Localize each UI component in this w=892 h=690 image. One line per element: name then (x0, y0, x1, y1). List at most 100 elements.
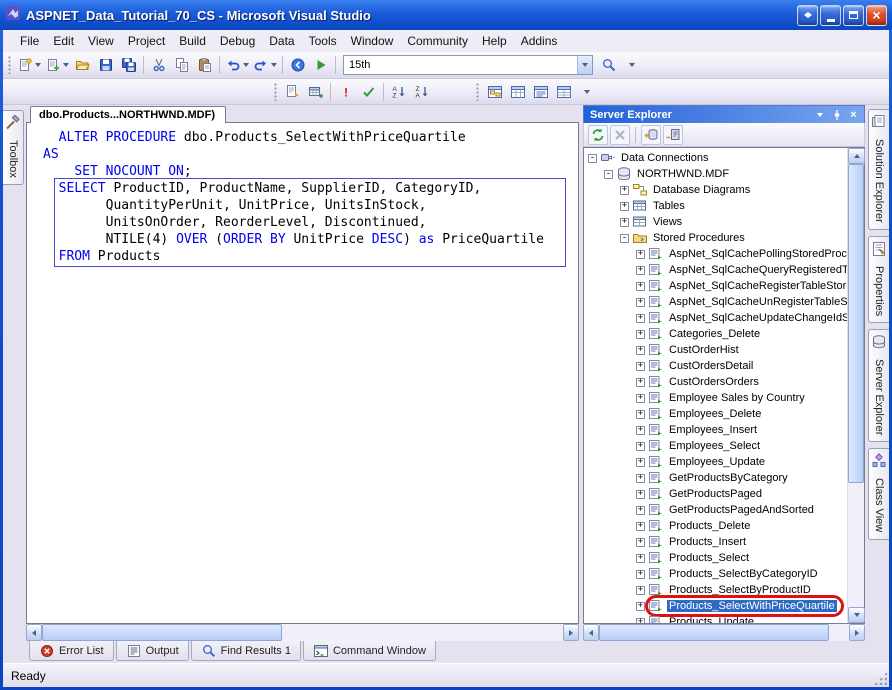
execute-sql-button[interactable]: ! (334, 81, 357, 103)
tree-expander-plus[interactable]: + (636, 474, 645, 483)
scroll-track[interactable] (42, 624, 563, 641)
tab-command-window[interactable]: Command Window (303, 641, 436, 661)
tab-properties[interactable]: Properties (868, 236, 889, 323)
connect-to-server-button[interactable] (663, 125, 683, 145)
paste-button[interactable] (193, 54, 216, 76)
tree-expander-plus[interactable]: + (636, 458, 645, 467)
editor-hscrollbar[interactable] (26, 624, 579, 641)
cut-button[interactable] (147, 54, 170, 76)
show-results-pane-button[interactable] (552, 81, 575, 103)
tree-node-employees-select[interactable]: +Employees_Select (584, 438, 847, 454)
titlebar[interactable]: ASPNET_Data_Tutorial_70_CS - Microsoft V… (0, 0, 892, 30)
tree-node-views[interactable]: +Views (584, 214, 847, 230)
add-table-button[interactable] (304, 81, 327, 103)
tree-expander-minus[interactable]: - (604, 170, 613, 179)
tree-expander-plus[interactable]: + (620, 186, 629, 195)
tree-expander-plus[interactable]: + (620, 218, 629, 227)
tree-expander-plus[interactable]: + (620, 202, 629, 211)
menu-file[interactable]: File (13, 31, 46, 51)
show-sql-pane-button[interactable] (529, 81, 552, 103)
menu-window[interactable]: Window (344, 31, 401, 51)
tree-expander-plus[interactable]: + (636, 586, 645, 595)
scroll-thumb[interactable] (42, 624, 282, 641)
tree-node-custordersdetail[interactable]: +CustOrdersDetail (584, 358, 847, 374)
tree-expander-plus[interactable]: + (636, 618, 645, 624)
sql-editor[interactable]: ALTER PROCEDURE dbo.Products_SelectWithP… (26, 122, 579, 624)
scroll-left-button[interactable] (583, 624, 599, 641)
toolbar-options-button[interactable] (620, 54, 643, 76)
tree-expander-plus[interactable]: + (636, 506, 645, 515)
tree-node-employees-update[interactable]: +Employees_Update (584, 454, 847, 470)
copy-button[interactable] (170, 54, 193, 76)
find-in-files-button[interactable] (597, 54, 620, 76)
tree-node-getproductspaged[interactable]: +GetProductsPaged (584, 486, 847, 502)
tree-expander-plus[interactable]: + (636, 538, 645, 547)
scroll-right-button[interactable] (563, 624, 579, 641)
tree-expander-plus[interactable]: + (636, 394, 645, 403)
dropdown-arrow-icon[interactable] (35, 63, 41, 67)
menu-build[interactable]: Build (172, 31, 213, 51)
tree-expander-plus[interactable]: + (636, 426, 645, 435)
tree-expander-plus[interactable]: + (636, 250, 645, 259)
close-button[interactable]: × (866, 5, 887, 26)
save-button[interactable] (94, 54, 117, 76)
tree-node-data-connections[interactable]: -Data Connections (584, 150, 847, 166)
tab-output[interactable]: Output (116, 641, 189, 661)
tree-expander-plus[interactable]: + (636, 490, 645, 499)
new-item-button[interactable] (15, 54, 43, 76)
toolbar-grip[interactable] (8, 56, 12, 74)
tree-node-employee-sales-by-country[interactable]: +Employee Sales by Country (584, 390, 847, 406)
tree-node-categories-delete[interactable]: +Categories_Delete (584, 326, 847, 342)
tree-expander-plus[interactable]: + (636, 266, 645, 275)
menu-help[interactable]: Help (475, 31, 514, 51)
navigate-backward-button[interactable] (286, 54, 309, 76)
tab-solution-explorer[interactable]: Solution Explorer (868, 109, 889, 230)
verify-sql-syntax-button[interactable] (357, 81, 380, 103)
dropdown-arrow-icon[interactable] (243, 63, 249, 67)
scroll-thumb[interactable] (599, 624, 829, 641)
generate-change-script-button[interactable] (281, 81, 304, 103)
tree-node-database-diagrams[interactable]: +Database Diagrams (584, 182, 847, 198)
tab-error-list[interactable]: Error List (29, 641, 114, 661)
tree-node-aspnet-sqlcacheupdatechangeidstoredprocedure[interactable]: +AspNet_SqlCacheUpdateChangeIdStoredProc… (584, 310, 847, 326)
show-diagram-pane-button[interactable] (483, 81, 506, 103)
tree-node-products-selectbycategoryid[interactable]: +Products_SelectByCategoryID (584, 566, 847, 582)
tree-expander-plus[interactable]: + (636, 314, 645, 323)
maximize-button[interactable] (843, 5, 864, 26)
scroll-track[interactable] (848, 164, 864, 607)
document-tab[interactable]: dbo.Products...NORTHWND.MDF) (30, 106, 226, 123)
toolbar-options-query-button[interactable] (575, 81, 598, 103)
window-position-button[interactable] (812, 108, 827, 122)
sort-descending-button[interactable]: ZA (410, 81, 433, 103)
dropdown-arrow-icon[interactable] (271, 63, 277, 67)
combobox-dropdown-button[interactable] (577, 56, 592, 74)
menu-addins[interactable]: Addins (514, 31, 565, 51)
close-panel-button[interactable]: × (846, 108, 861, 122)
menu-debug[interactable]: Debug (213, 31, 262, 51)
scroll-thumb[interactable] (848, 164, 864, 483)
tab-find-results-1[interactable]: Find Results 1 (191, 641, 301, 661)
menu-tools[interactable]: Tools (302, 31, 344, 51)
scroll-down-button[interactable] (848, 607, 865, 623)
toolbar-grip[interactable] (274, 83, 278, 101)
add-item-button[interactable] (43, 54, 71, 76)
tab-server-explorer[interactable]: Server Explorer (868, 329, 889, 442)
tree-node-employees-insert[interactable]: +Employees_Insert (584, 422, 847, 438)
tree-node-tables[interactable]: +Tables (584, 198, 847, 214)
tree-expander-plus[interactable]: + (636, 442, 645, 451)
refresh-button[interactable] (588, 125, 608, 145)
tree-node-aspnet-sqlcachepollingstoredprocedure[interactable]: +AspNet_SqlCachePollingStoredProcedure (584, 246, 847, 262)
tree-expander-plus[interactable]: + (636, 554, 645, 563)
tree-node-custorderhist[interactable]: +CustOrderHist (584, 342, 847, 358)
minimize-button[interactable] (820, 5, 841, 26)
resize-grip[interactable] (874, 672, 887, 685)
redo-button[interactable] (251, 54, 279, 76)
tree-node-products-delete[interactable]: +Products_Delete (584, 518, 847, 534)
open-file-button[interactable] (71, 54, 94, 76)
menu-edit[interactable]: Edit (46, 31, 81, 51)
tree-expander-minus[interactable]: - (588, 154, 597, 163)
stop-refresh-button[interactable] (610, 125, 630, 145)
tree-node-northwnd-mdf[interactable]: -NORTHWND.MDF (584, 166, 847, 182)
sort-ascending-button[interactable]: AZ (387, 81, 410, 103)
tree-expander-plus[interactable]: + (636, 362, 645, 371)
